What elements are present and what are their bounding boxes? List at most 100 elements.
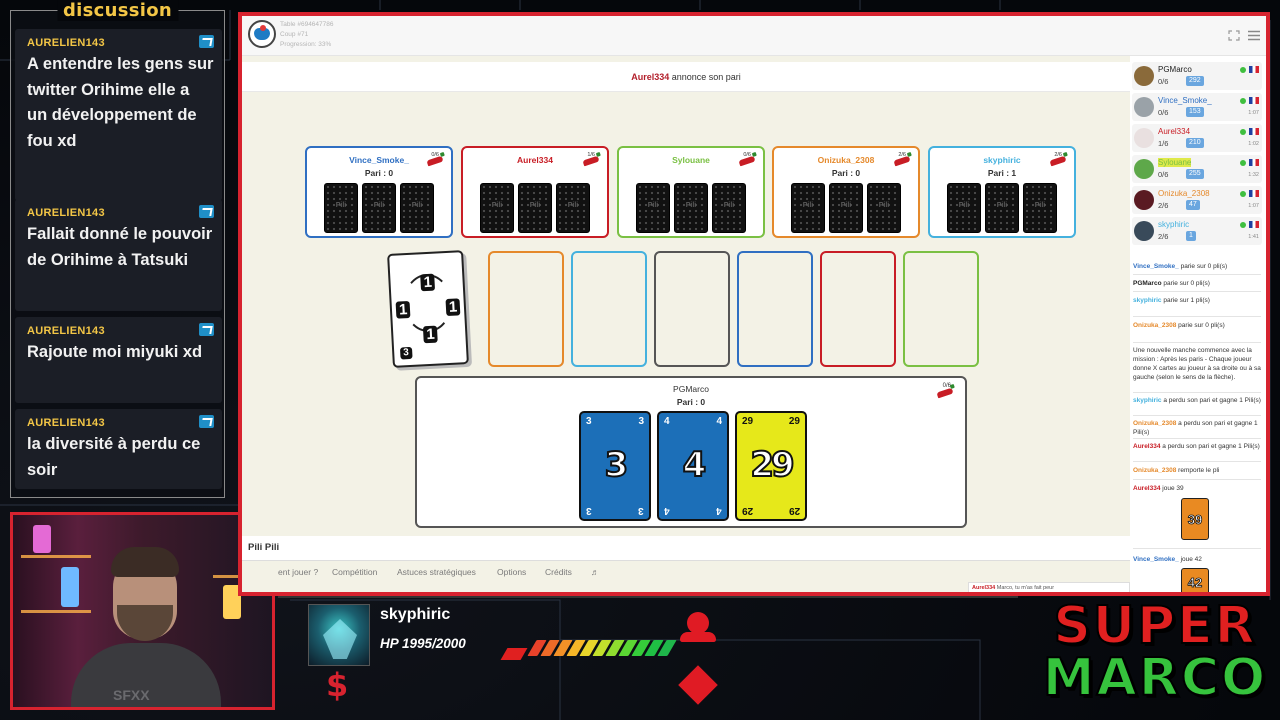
sidebar-player[interactable]: Aurel334 1/6 210 1:02 [1132, 124, 1262, 152]
online-status-icon [1240, 191, 1246, 197]
opponent-board[interactable]: Vince_Smoke_ Pari : 0 0/6 [305, 146, 453, 238]
music-icon[interactable]: ♬ [591, 567, 600, 577]
opponent-board[interactable]: skyphiric Pari : 1 2/6 [928, 146, 1076, 238]
flag-fr-icon [1249, 128, 1259, 135]
log-separator [1133, 438, 1261, 439]
sidebar-player-name: Vince_Smoke_ [1158, 96, 1212, 105]
card-corner: 4 [716, 416, 722, 427]
sidebar-player-time: 1:32 [1248, 172, 1259, 178]
stream-overlay: discussion AURELIEN143 A entendre les ge… [0, 0, 1280, 720]
webcam-feed: SFXX [10, 512, 275, 710]
card-back [518, 183, 552, 233]
flag-fr-icon [1249, 159, 1259, 166]
card-value: 3 [604, 444, 630, 486]
sidebar-player-time: 1:07 [1248, 110, 1259, 116]
mission-number: 1 [445, 298, 461, 317]
chat-text: Fallait donné le pouvoir de Orihime à Ta… [27, 225, 213, 269]
menu-strategy-tips[interactable]: Astuces stratégiques [397, 567, 476, 577]
card-corner: 29 [788, 416, 800, 427]
hud-hp: HP 1995/2000 [380, 636, 466, 651]
shelf-light [21, 610, 91, 613]
sidebar-player[interactable]: PGMarco 0/6 292 [1132, 62, 1262, 90]
card-back [362, 183, 396, 233]
game-window: Table #694647786 Coup #71 Progression: 3… [238, 12, 1270, 596]
card-back [480, 183, 514, 233]
hand-card[interactable]: 3 3 3 3 3 [579, 411, 651, 521]
sidebar-player-name: Onizuka_2308 [1158, 189, 1210, 198]
log-separator [1133, 291, 1261, 292]
sidebar-player-points: 1 [1186, 231, 1196, 241]
chat-username: AURELIEN143 [27, 325, 105, 337]
mission-number: 1 [395, 300, 411, 319]
log-entry: Aurel334 joue 39 [1133, 485, 1184, 492]
verified-badge-icon [199, 205, 214, 218]
flag-fr-icon [1249, 190, 1259, 197]
hand-bet: Pari : 0 [676, 397, 706, 407]
sidebar-player-score: 0/6 [1158, 77, 1169, 86]
card-corner: 3 [586, 416, 592, 427]
card-value: 29 [749, 444, 795, 486]
sidebar-player[interactable]: Onizuka_2308 2/6 47 1:07 [1132, 186, 1262, 214]
fullscreen-icon[interactable] [1228, 30, 1240, 41]
chat-text: Rajoute moi miyuki xd [27, 343, 203, 361]
flag-fr-icon [1249, 66, 1259, 73]
opponent-board[interactable]: Onizuka_2308 Pari : 0 2/6 [772, 146, 920, 238]
sidebar-player[interactable]: skyphiric 2/6 1 1:41 [1132, 217, 1262, 245]
trick-slot [571, 251, 647, 367]
chat-message: AURELIEN143 A entendre les gens sur twit… [15, 29, 222, 201]
trick-slot [488, 251, 564, 367]
opponent-board[interactable]: Sylouane 0/6 [617, 146, 765, 238]
dollar-icon: $ [326, 666, 349, 704]
sidebar-player[interactable]: Vince_Smoke_ 0/6 153 1:07 [1132, 93, 1262, 121]
hand-card[interactable]: 29 29 29 29 29 [735, 411, 807, 521]
sidebar-player[interactable]: Sylouane 0/6 255 1:32 [1132, 155, 1262, 183]
menu-how-to-play[interactable]: ent jouer ? [278, 567, 318, 577]
log-entry: Aurel334 a perdu son pari et gagne 1 Pil… [1133, 443, 1260, 450]
figurine [33, 525, 51, 553]
menu-credits[interactable]: Crédits [545, 567, 572, 577]
menu-options[interactable]: Options [497, 567, 526, 577]
trick-slot [903, 251, 979, 367]
log-entry: skyphiric parie sur 1 pli(s) [1133, 297, 1210, 304]
status-text: annonce son pari [669, 72, 741, 82]
chat-message: AURELIEN143 Fallait donné le pouvoir de … [15, 199, 222, 311]
sidebar-player-time: 1:02 [1248, 141, 1259, 147]
verified-badge-icon [199, 35, 214, 48]
mission-number: 1 [420, 273, 436, 292]
log-separator [1133, 461, 1261, 462]
log-entry: Onizuka_2308 remporte le pli [1133, 467, 1220, 474]
hp-bar [504, 632, 684, 660]
trick-slot [820, 251, 896, 367]
status-bar: Aurel334 annonce son pari [242, 62, 1130, 92]
sidebar-player-score: 1/6 [1158, 139, 1169, 148]
sidebar-player-time: 1:07 [1248, 203, 1259, 209]
chat-username: AURELIEN143 [27, 207, 105, 219]
sidebar-player-name: PGMarco [1158, 65, 1192, 74]
verified-badge-icon [199, 323, 214, 336]
card-back [712, 183, 746, 233]
menu-icon[interactable] [1248, 30, 1260, 41]
bga-logo-icon[interactable] [248, 20, 276, 48]
card-corner: 29 [788, 505, 800, 516]
game-board: Aurel334 annonce son pari Vince_Smoke_ P… [242, 56, 1130, 592]
game-title: Pili Pili [242, 536, 1130, 560]
online-status-icon [1240, 67, 1246, 73]
opponent-board[interactable]: Aurel334 1/6 [461, 146, 609, 238]
avatar [1134, 128, 1154, 148]
flag-fr-icon [1249, 221, 1259, 228]
log-separator [1133, 479, 1261, 480]
card-corner: 3 [586, 505, 592, 516]
hud-avatar [308, 604, 370, 666]
log-separator [1133, 274, 1261, 275]
avatar [1134, 97, 1154, 117]
status-player: Aurel334 [631, 72, 670, 82]
sidebar-player-points: 292 [1186, 76, 1204, 86]
online-status-icon [1240, 160, 1246, 166]
hand-card[interactable]: 4 4 4 4 4 [657, 411, 729, 521]
sidebar-player-time: 1:41 [1248, 234, 1259, 240]
card-corner: 4 [664, 416, 670, 427]
move-number: Coup #71 [280, 31, 309, 38]
menu-competition[interactable]: Compétition [332, 567, 377, 577]
mission-card[interactable]: 1 1 1 1 3 [387, 250, 469, 368]
sidebar-player-score: 2/6 [1158, 232, 1169, 241]
